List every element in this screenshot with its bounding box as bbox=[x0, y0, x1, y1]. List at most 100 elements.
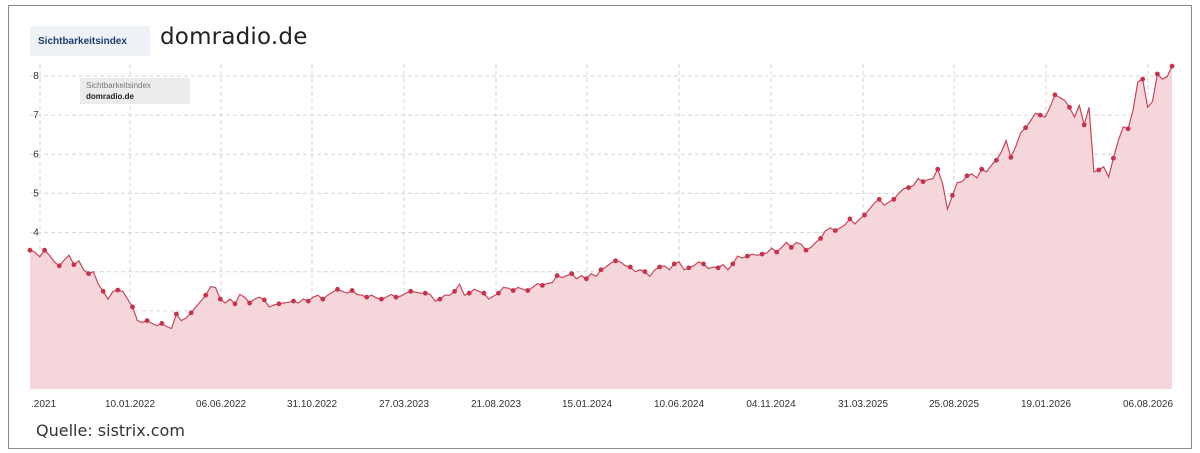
data-point bbox=[906, 185, 911, 191]
data-point bbox=[261, 297, 267, 303]
data-point bbox=[144, 318, 150, 323]
data-point bbox=[496, 290, 501, 296]
chart-tooltip-legend: Sichtbarkeitsindex domradio.de bbox=[80, 78, 190, 104]
data-point bbox=[964, 173, 970, 179]
x-tick-label: 31.10.2022 bbox=[287, 399, 337, 410]
data-point bbox=[510, 288, 516, 293]
data-point bbox=[891, 196, 897, 202]
data-point bbox=[86, 271, 91, 277]
x-tick-label: 06.08.2026 bbox=[1123, 399, 1173, 410]
data-point bbox=[188, 310, 194, 316]
data-point bbox=[71, 262, 77, 268]
visibility-area bbox=[30, 66, 1172, 390]
data-point bbox=[525, 288, 531, 293]
data-point bbox=[27, 247, 33, 253]
x-tick-label: 04.11.2024 bbox=[746, 399, 796, 410]
data-point bbox=[745, 253, 750, 259]
data-point bbox=[788, 245, 794, 250]
data-point bbox=[1155, 71, 1160, 77]
data-point bbox=[993, 157, 999, 163]
data-point bbox=[174, 311, 179, 317]
data-point bbox=[657, 264, 662, 270]
data-point bbox=[1067, 104, 1072, 110]
data-point bbox=[481, 290, 487, 296]
data-point bbox=[1081, 122, 1087, 128]
x-tick-label: 10.06.2024 bbox=[654, 399, 704, 410]
y-tick-label: 5 bbox=[33, 188, 39, 199]
x-tick-label: 31.03.2025 bbox=[838, 399, 888, 410]
data-point bbox=[730, 261, 736, 267]
data-point bbox=[203, 292, 209, 298]
data-point bbox=[715, 265, 721, 271]
data-point bbox=[818, 236, 823, 241]
y-tick-label: 4 bbox=[33, 228, 39, 239]
data-point bbox=[42, 247, 47, 253]
data-point bbox=[130, 304, 135, 310]
data-point bbox=[1037, 112, 1043, 118]
data-point bbox=[349, 288, 355, 293]
data-point bbox=[100, 288, 106, 294]
data-point bbox=[671, 261, 677, 267]
data-point bbox=[1140, 76, 1146, 82]
data-point bbox=[1125, 126, 1131, 132]
data-point bbox=[554, 273, 560, 278]
x-tick-label: .2021 bbox=[31, 399, 56, 410]
data-point bbox=[1008, 155, 1014, 160]
legend-domain: domradio.de bbox=[86, 92, 135, 101]
data-point bbox=[569, 271, 575, 277]
data-point bbox=[759, 251, 765, 257]
data-point bbox=[627, 264, 633, 270]
x-tick-label: 06.06.2022 bbox=[196, 399, 246, 410]
data-point bbox=[613, 258, 618, 264]
data-point bbox=[598, 267, 604, 273]
data-point bbox=[422, 290, 428, 296]
data-point bbox=[408, 288, 414, 294]
data-point bbox=[862, 212, 867, 218]
legend-metric: Sichtbarkeitsindex bbox=[86, 81, 151, 90]
x-tick-label: 10.01.2022 bbox=[105, 399, 155, 410]
data-point bbox=[379, 296, 384, 302]
y-tick-label: 6 bbox=[33, 149, 39, 160]
x-tick-label: 27.03.2023 bbox=[379, 399, 429, 410]
data-point bbox=[979, 166, 985, 172]
data-point bbox=[305, 298, 311, 304]
data-point bbox=[642, 269, 648, 275]
data-point bbox=[935, 166, 941, 172]
data-point bbox=[276, 301, 282, 307]
data-point bbox=[701, 261, 706, 267]
data-point bbox=[876, 196, 882, 202]
x-tick-label: 25.08.2025 bbox=[929, 399, 979, 410]
data-point bbox=[217, 296, 223, 302]
data-point bbox=[247, 300, 253, 306]
data-point bbox=[1052, 92, 1058, 98]
data-point bbox=[803, 247, 809, 253]
data-point bbox=[56, 263, 62, 269]
data-point bbox=[1023, 125, 1028, 131]
data-point bbox=[393, 294, 399, 300]
visibility-chart: 12345678 .202110.01.202206.06.202231.10.… bbox=[27, 63, 1175, 410]
x-axis-ticks: .2021 10.01.2022 06.06.2022 31.10.2022 27.03… bbox=[31, 399, 1173, 410]
data-point bbox=[452, 288, 457, 294]
data-point bbox=[686, 265, 692, 271]
data-point bbox=[540, 283, 545, 288]
data-point bbox=[1169, 63, 1175, 69]
data-point bbox=[437, 296, 443, 302]
data-point bbox=[320, 296, 326, 302]
data-point bbox=[335, 286, 340, 292]
data-point bbox=[1111, 155, 1116, 161]
data-point bbox=[584, 276, 589, 282]
data-point bbox=[920, 179, 926, 185]
x-tick-label: 19.01.2026 bbox=[1021, 399, 1071, 410]
data-point bbox=[291, 298, 296, 304]
y-tick-label: 7 bbox=[33, 110, 39, 121]
data-point bbox=[159, 321, 165, 326]
data-point bbox=[832, 228, 838, 234]
data-point bbox=[950, 193, 955, 198]
y-tick-label: 8 bbox=[33, 71, 39, 82]
x-tick-label: 15.01.2024 bbox=[562, 399, 612, 410]
data-point bbox=[774, 249, 780, 255]
source-note: Quelle: sistrix.com bbox=[36, 421, 185, 440]
data-point bbox=[364, 294, 370, 300]
data-point bbox=[232, 301, 238, 307]
x-tick-label: 21.08.2023 bbox=[471, 399, 521, 410]
